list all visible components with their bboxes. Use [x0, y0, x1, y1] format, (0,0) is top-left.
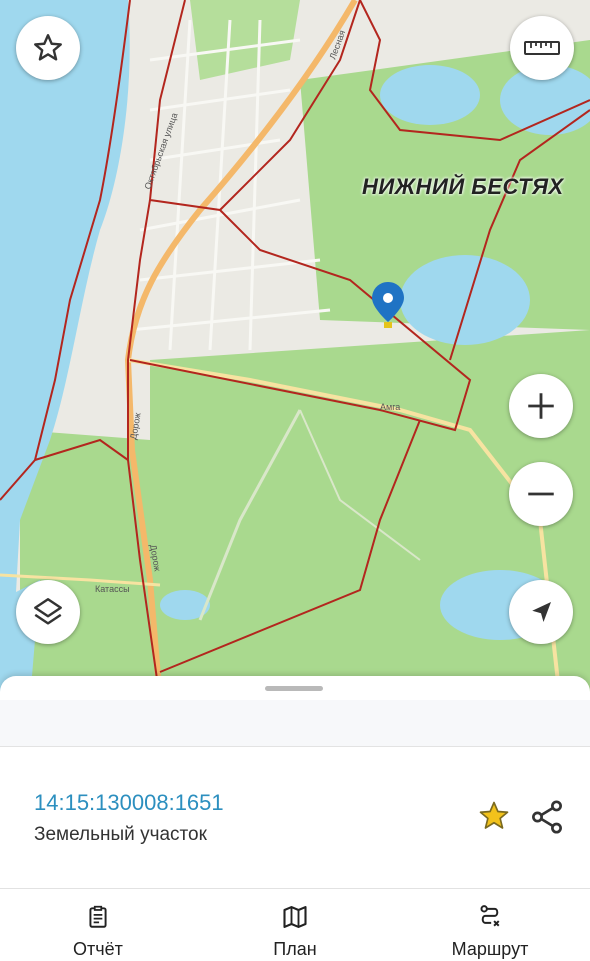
- layers-button[interactable]: [16, 580, 80, 644]
- star-outline-icon: [34, 34, 62, 61]
- lake: [400, 255, 530, 345]
- ruler-button[interactable]: [510, 16, 574, 80]
- navigation-arrow-icon: [532, 602, 551, 622]
- locate-me-button[interactable]: [509, 580, 573, 644]
- map-canvas[interactable]: Октябрьская улица Лесная Амга Дорож Доро…: [0, 0, 590, 701]
- route-icon: [480, 905, 500, 927]
- parcel-type: Земельный участок: [34, 824, 207, 845]
- map-view[interactable]: Октябрьская улица Лесная Амга Дорож Доро…: [0, 0, 590, 701]
- report-icon: [89, 905, 107, 928]
- map-icon: [283, 906, 307, 928]
- star-icon: [479, 801, 509, 829]
- plus-icon: [528, 393, 554, 419]
- tab-report[interactable]: Отчёт: [28, 889, 168, 961]
- lake: [380, 65, 480, 125]
- layers-icon: [34, 598, 62, 625]
- drag-handle[interactable]: [265, 686, 323, 691]
- zoom-in-button[interactable]: [509, 374, 573, 438]
- tab-plan[interactable]: План: [225, 889, 365, 961]
- cadastral-number[interactable]: 14:15:130008:1651: [34, 790, 224, 816]
- add-to-favorites-button[interactable]: [476, 798, 512, 839]
- street-label: Амга: [380, 402, 400, 412]
- tab-label: Маршрут: [451, 939, 529, 959]
- tab-label: Отчёт: [73, 939, 123, 959]
- tab-route[interactable]: Маршрут: [420, 889, 560, 961]
- ruler-icon: [524, 41, 560, 55]
- share-button[interactable]: [528, 798, 566, 841]
- favorite-button[interactable]: [16, 16, 80, 80]
- place-name-label: НИЖНИЙ БЕСТЯХ: [362, 174, 564, 199]
- sheet-header-area: [0, 700, 590, 747]
- tab-label: План: [273, 939, 317, 959]
- share-icon: [532, 800, 562, 834]
- bottom-tab-bar: Отчёт План Маршрут: [0, 888, 590, 961]
- minus-icon: [528, 492, 554, 496]
- street-label: Катассы: [95, 584, 130, 594]
- zoom-out-button[interactable]: [509, 462, 573, 526]
